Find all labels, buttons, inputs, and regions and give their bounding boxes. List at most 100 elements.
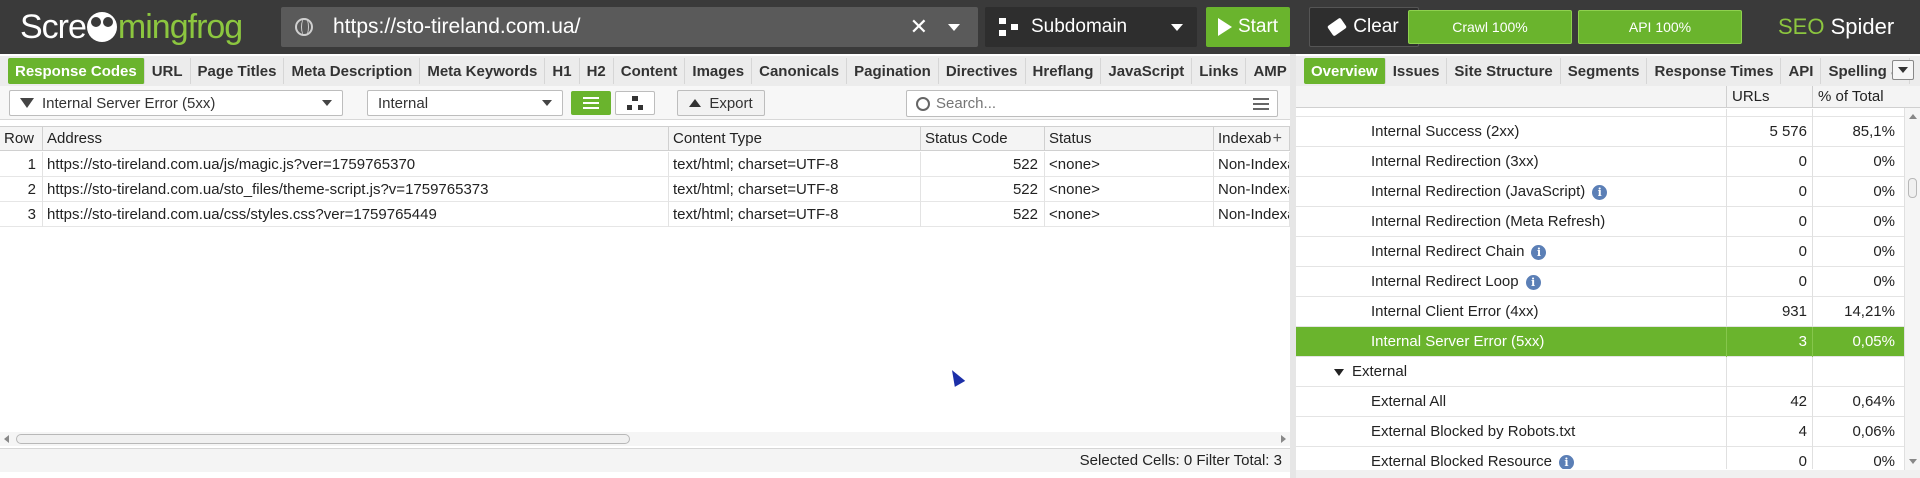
overview-row[interactable]: Internal Success (2xx) 5 576 85,1% xyxy=(1296,117,1904,147)
scroll-down-icon[interactable] xyxy=(1909,459,1917,464)
crawl-progress-bar: Crawl 100% xyxy=(1408,10,1572,44)
scroll-right-icon[interactable] xyxy=(1281,435,1286,443)
column-header-status-code[interactable]: Status Code xyxy=(921,127,1045,151)
overview-row[interactable]: Internal Redirect Loop i 0 0% xyxy=(1296,267,1904,297)
tab-segments[interactable]: Segments xyxy=(1561,58,1648,84)
tab-links[interactable]: Links xyxy=(1192,58,1247,84)
info-icon[interactable]: i xyxy=(1525,274,1541,290)
tab-images[interactable]: Images xyxy=(685,58,753,84)
overview-row[interactable]: External Blocked by Robots.txt 4 0,06% xyxy=(1296,417,1904,447)
overview-row[interactable]: External All 42 0,64% xyxy=(1296,387,1904,417)
start-button[interactable]: Start xyxy=(1206,7,1290,47)
side-tab-overflow-menu-button[interactable] xyxy=(1892,60,1914,80)
clear-url-icon[interactable]: ✕ xyxy=(910,14,928,40)
table-row[interactable]: 2 https://sto-tireland.com.ua/sto_files/… xyxy=(0,177,1290,202)
overview-row-percent: 0,05% xyxy=(1812,327,1900,357)
column-header-content-type[interactable]: Content Type xyxy=(669,127,921,151)
scroll-up-icon[interactable] xyxy=(1909,114,1917,119)
list-view-button[interactable] xyxy=(571,91,611,115)
cell-row: 1 xyxy=(0,152,43,177)
column-header-percent[interactable]: % of Total xyxy=(1812,86,1900,108)
tab-content[interactable]: Content xyxy=(614,58,686,84)
column-header-address[interactable]: Address xyxy=(43,127,669,151)
start-label: Start xyxy=(1237,16,1279,37)
cell-indexability: Non-Indexa xyxy=(1214,202,1290,227)
overview-row-percent: 0,06% xyxy=(1812,417,1900,447)
tab-meta-description[interactable]: Meta Description xyxy=(284,58,421,84)
overview-row[interactable]: Internal Redirection (3xx) 0 0% xyxy=(1296,147,1904,177)
cell-status-code: 522 xyxy=(921,152,1045,177)
column-header-row[interactable]: Row xyxy=(0,127,43,151)
product-name: SEO Spider xyxy=(1778,14,1894,40)
cell-address: https://sto-tireland.com.ua/sto_files/th… xyxy=(43,177,669,202)
overview-row[interactable]: Internal Client Error (4xx) 931 14,21% xyxy=(1296,297,1904,327)
overview-group-row[interactable]: External xyxy=(1296,357,1904,387)
overview-row-percent xyxy=(1812,357,1900,387)
info-icon[interactable]: i xyxy=(1558,454,1574,469)
tab-pagination[interactable]: Pagination xyxy=(847,58,939,84)
status-bar: Selected Cells: 0 Filter Total: 3 xyxy=(0,448,1290,472)
expand-triangle-icon[interactable] xyxy=(1334,368,1344,376)
search-options-icon[interactable] xyxy=(1253,97,1269,110)
tab-url[interactable]: URL xyxy=(145,58,191,84)
tab-h1[interactable]: H1 xyxy=(545,58,580,84)
tab-javascript[interactable]: JavaScript xyxy=(1101,58,1193,84)
export-button[interactable]: Export xyxy=(677,90,765,116)
overview-row-label: Internal Success (2xx) xyxy=(1371,123,1520,140)
overview-row-label: Internal Redirection (3xx) xyxy=(1371,153,1539,170)
frog-icon xyxy=(86,12,117,42)
cell-address: https://sto-tireland.com.ua/js/magic.js?… xyxy=(43,152,669,177)
tab-issues[interactable]: Issues xyxy=(1386,58,1448,84)
table-row[interactable]: 3 https://sto-tireland.com.ua/css/styles… xyxy=(0,202,1290,227)
tab-amp[interactable]: AMP xyxy=(1246,58,1295,84)
url-value[interactable]: https://sto-tireland.com.ua/ xyxy=(333,15,910,39)
overview-row-percent: 85,1% xyxy=(1812,117,1900,147)
tab-response-times[interactable]: Response Times xyxy=(1647,58,1782,84)
overview-row-percent xyxy=(1812,109,1900,117)
tab-site-structure[interactable]: Site Structure xyxy=(1447,58,1561,84)
overview-row[interactable]: Internal Redirection (JavaScript) i 0 0% xyxy=(1296,177,1904,207)
tab-h2[interactable]: H2 xyxy=(580,58,614,84)
scope-dropdown[interactable]: Internal xyxy=(367,90,563,116)
overview-row[interactable]: Internal No Response xyxy=(1296,109,1904,117)
overview-row-urls: 0 xyxy=(1726,237,1812,267)
filter-dropdown[interactable]: Internal Server Error (5xx) xyxy=(9,90,343,116)
tab-canonicals[interactable]: Canonicals xyxy=(752,58,848,84)
info-icon[interactable]: i xyxy=(1531,244,1547,260)
overview-row-urls xyxy=(1726,357,1812,387)
horizontal-scrollbar[interactable] xyxy=(0,432,1290,446)
cell-indexability: Non-Indexa xyxy=(1214,177,1290,202)
table-row[interactable]: 1 https://sto-tireland.com.ua/js/magic.j… xyxy=(0,152,1290,177)
scrollbar-thumb[interactable] xyxy=(1908,178,1917,198)
overview-row-selected[interactable]: Internal Server Error (5xx) 3 0,05% xyxy=(1296,327,1904,357)
column-header-status[interactable]: Status xyxy=(1045,127,1214,151)
overview-row[interactable]: Internal Redirect Chain i 0 0% xyxy=(1296,237,1904,267)
search-input[interactable] xyxy=(936,95,1236,112)
overview-group-label: External xyxy=(1334,357,1407,387)
overview-vertical-scrollbar[interactable] xyxy=(1904,108,1920,470)
column-header-urls[interactable]: URLs xyxy=(1726,86,1812,108)
subdomain-tree-icon xyxy=(999,18,1019,36)
overview-row[interactable]: Internal Redirection (Meta Refresh) 0 0% xyxy=(1296,207,1904,237)
crawl-mode-select[interactable]: Subdomain xyxy=(985,7,1197,47)
info-icon[interactable]: i xyxy=(1592,184,1608,200)
url-history-dropdown-icon[interactable] xyxy=(948,23,960,31)
url-field[interactable]: https://sto-tireland.com.ua/ ✕ xyxy=(281,7,978,47)
tab-api[interactable]: API xyxy=(1781,58,1822,84)
overview-row-urls: 0 xyxy=(1726,177,1812,207)
tab-overview[interactable]: Overview xyxy=(1304,58,1386,84)
tab-hreflang[interactable]: Hreflang xyxy=(1026,58,1102,84)
overview-row[interactable]: External Blocked Resource i 0 0% xyxy=(1296,447,1904,469)
overview-row-label: External All xyxy=(1371,393,1447,410)
tab-page-titles[interactable]: Page Titles xyxy=(191,58,285,84)
clear-button[interactable]: Clear xyxy=(1309,7,1419,47)
add-column-icon[interactable]: + xyxy=(1273,127,1282,151)
scrollbar-thumb[interactable] xyxy=(16,434,630,444)
overview-row-label-text: Internal Redirect Chain xyxy=(1371,243,1525,260)
tree-view-button[interactable] xyxy=(615,91,655,115)
overview-row-urls: 0 xyxy=(1726,147,1812,177)
tab-meta-keywords[interactable]: Meta Keywords xyxy=(420,58,546,84)
tab-response-codes[interactable]: Response Codes xyxy=(8,58,145,84)
scroll-left-icon[interactable] xyxy=(4,435,9,443)
tab-directives[interactable]: Directives xyxy=(939,58,1026,84)
